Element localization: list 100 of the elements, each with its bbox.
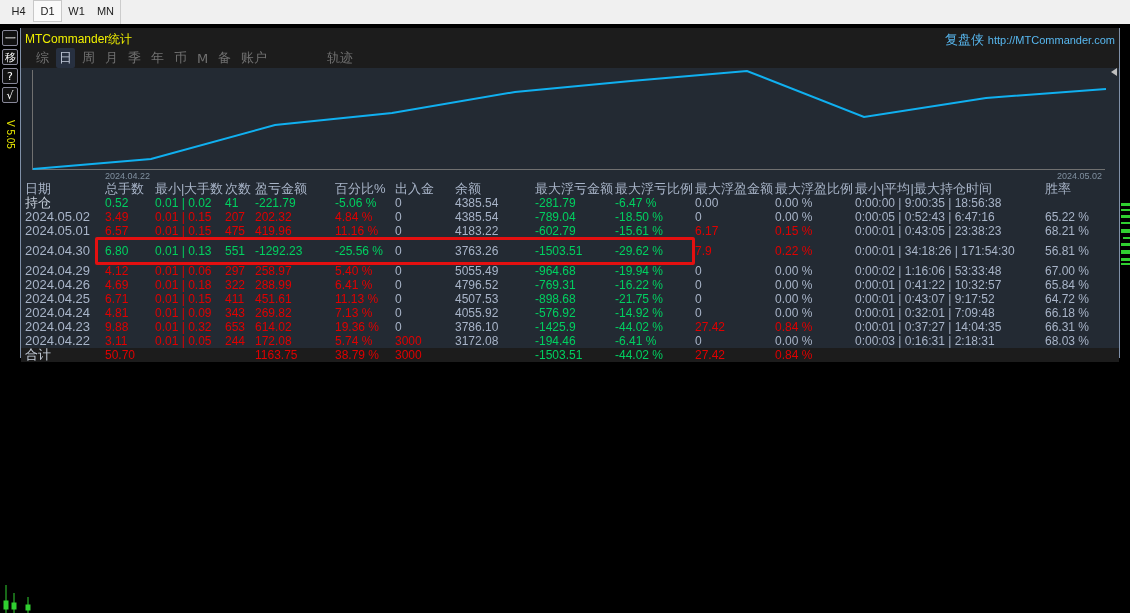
table-cell: -18.50 % <box>615 210 664 224</box>
panel-title: MTCommander统计 <box>25 31 133 48</box>
table-cell: 3172.08 <box>455 334 499 348</box>
toolbar-button[interactable]: 移 <box>2 49 18 65</box>
table-cell: 5.74 % <box>335 334 373 348</box>
table-cell: 3000 <box>395 348 422 362</box>
period-tab[interactable]: 季 <box>125 48 144 68</box>
period-tab[interactable]: 日 <box>56 48 75 68</box>
table-cell: 2024.04.25 <box>25 291 91 306</box>
table-cell: -44.02 % <box>615 320 664 334</box>
table-cell: 0:00:05 | 0:52:43 | 6:47:16 <box>855 210 995 224</box>
timeframe-tab[interactable]: D1 <box>33 0 62 22</box>
table-cell: 2024.05.01 <box>25 223 91 238</box>
table-cell: 0:00:01 | 0:43:07 | 9:17:52 <box>855 292 995 306</box>
period-tab[interactable]: 轨迹 <box>324 48 357 68</box>
table-cell: 7.13 % <box>335 306 373 320</box>
table-cell: 0.00 % <box>775 264 813 278</box>
table-cell: 4183.22 <box>455 224 499 238</box>
table-cell: -5.06 % <box>335 196 377 210</box>
table-cell: 4.12 <box>105 264 129 278</box>
column-header: 盈亏金额 <box>255 181 308 196</box>
table-cell: 0 <box>395 320 402 334</box>
table-cell: 0.01 | 0.13 <box>155 244 212 258</box>
toolbar-button[interactable]: 一 <box>2 30 18 46</box>
table-cell: 451.61 <box>255 292 292 306</box>
timeframe-tab[interactable]: H4 <box>4 0 33 22</box>
period-tab[interactable]: 月 <box>102 48 121 68</box>
period-tab[interactable]: 账户 <box>238 48 271 68</box>
table-cell: 2024.04.23 <box>25 319 91 334</box>
table-cell: 0.15 % <box>775 224 813 238</box>
table-cell: 68.21 % <box>1045 224 1090 238</box>
table-cell: 0.00 % <box>775 210 813 224</box>
table-cell: 551 <box>225 244 246 258</box>
table-cell: 0.01 | 0.09 <box>155 306 212 320</box>
period-tab[interactable]: 年 <box>148 48 167 68</box>
table-cell: 4507.53 <box>455 292 499 306</box>
table-cell: 0:00:01 | 0:37:27 | 14:04:35 <box>855 320 1002 334</box>
table-cell: 68.03 % <box>1045 334 1090 348</box>
table-cell: 0.52 <box>105 196 129 210</box>
table-cell: 244 <box>225 334 246 348</box>
table-cell: 3.49 <box>105 210 129 224</box>
table-cell: 172.08 <box>255 334 292 348</box>
timeframe-tab[interactable]: MN <box>91 0 120 22</box>
table-cell: 19.36 % <box>335 320 380 334</box>
period-tab[interactable]: 周 <box>79 48 98 68</box>
table-cell: -194.46 <box>535 334 576 348</box>
column-header: 最小|平均|最大持仓时间 <box>855 181 993 196</box>
table-cell: 66.18 % <box>1045 306 1090 320</box>
table-cell: 0.84 % <box>775 320 813 334</box>
table-cell: 0.00 % <box>775 196 813 210</box>
table-cell: 67.00 % <box>1045 264 1090 278</box>
toolbar-button[interactable]: √ <box>2 87 18 103</box>
table-cell: 56.81 % <box>1045 244 1090 258</box>
table-cell: 614.02 <box>255 320 292 334</box>
column-header: 最大浮亏金额 <box>535 181 614 196</box>
table-cell: -44.02 % <box>615 348 664 362</box>
table-cell: 0 <box>695 292 702 306</box>
table-cell: 202.32 <box>255 210 292 224</box>
table-cell: 297 <box>225 264 246 278</box>
table-cell: 4.84 % <box>335 210 373 224</box>
period-tab[interactable]: 备 <box>215 48 235 68</box>
column-header: 最大浮盈金额 <box>695 181 774 196</box>
table-cell: 0 <box>395 292 402 306</box>
table-cell: 65.22 % <box>1045 210 1090 224</box>
table-cell: -1292.23 <box>255 244 303 258</box>
table-cell: 0:00:03 | 0:16:31 | 2:18:31 <box>855 334 995 348</box>
table-cell: 3000 <box>395 334 422 348</box>
table-cell: -576.92 <box>535 306 576 320</box>
table-cell: -25.56 % <box>335 244 384 258</box>
table-cell: 合计 <box>25 347 51 362</box>
table-cell: 0 <box>395 244 402 258</box>
column-header: 最大浮盈比例 <box>775 181 854 196</box>
table-cell: -15.61 % <box>615 224 664 238</box>
table-cell: 0 <box>395 224 402 238</box>
table-cell: 27.42 <box>695 320 726 334</box>
website-link[interactable]: http://MTCommander.com <box>987 33 1115 46</box>
table-cell: 0:00:01 | 0:41:22 | 10:32:57 <box>855 278 1002 292</box>
table-cell: -1503.51 <box>535 244 583 258</box>
table-cell: 6.41 % <box>335 278 373 292</box>
table-cell: -29.62 % <box>615 244 664 258</box>
table-cell: 3763.26 <box>455 244 499 258</box>
period-tab[interactable]: 综 <box>33 48 52 68</box>
table-cell: 0.00 % <box>775 292 813 306</box>
table-cell: -16.22 % <box>615 278 664 292</box>
column-header: 最小|大手数 <box>155 181 225 196</box>
table-cell: 0.01 | 0.06 <box>155 264 212 278</box>
table-cell: 288.99 <box>255 278 292 292</box>
toolbar-button[interactable]: ? <box>2 68 18 84</box>
column-header: 总手数 <box>105 181 145 196</box>
table-cell: 7.9 <box>695 244 712 258</box>
table-cell: -281.79 <box>535 196 576 210</box>
table-cell: 1163.75 <box>255 348 298 362</box>
table-cell: 4385.54 <box>455 196 499 210</box>
table-cell: -789.04 <box>535 210 576 224</box>
table-cell: 0 <box>395 278 402 292</box>
table-cell: 269.82 <box>255 306 292 320</box>
table-cell: 0.00 <box>695 196 719 210</box>
table-cell: 0 <box>395 264 402 278</box>
timeframe-tab[interactable]: W1 <box>62 0 91 22</box>
table-cell: 5055.49 <box>455 264 499 278</box>
